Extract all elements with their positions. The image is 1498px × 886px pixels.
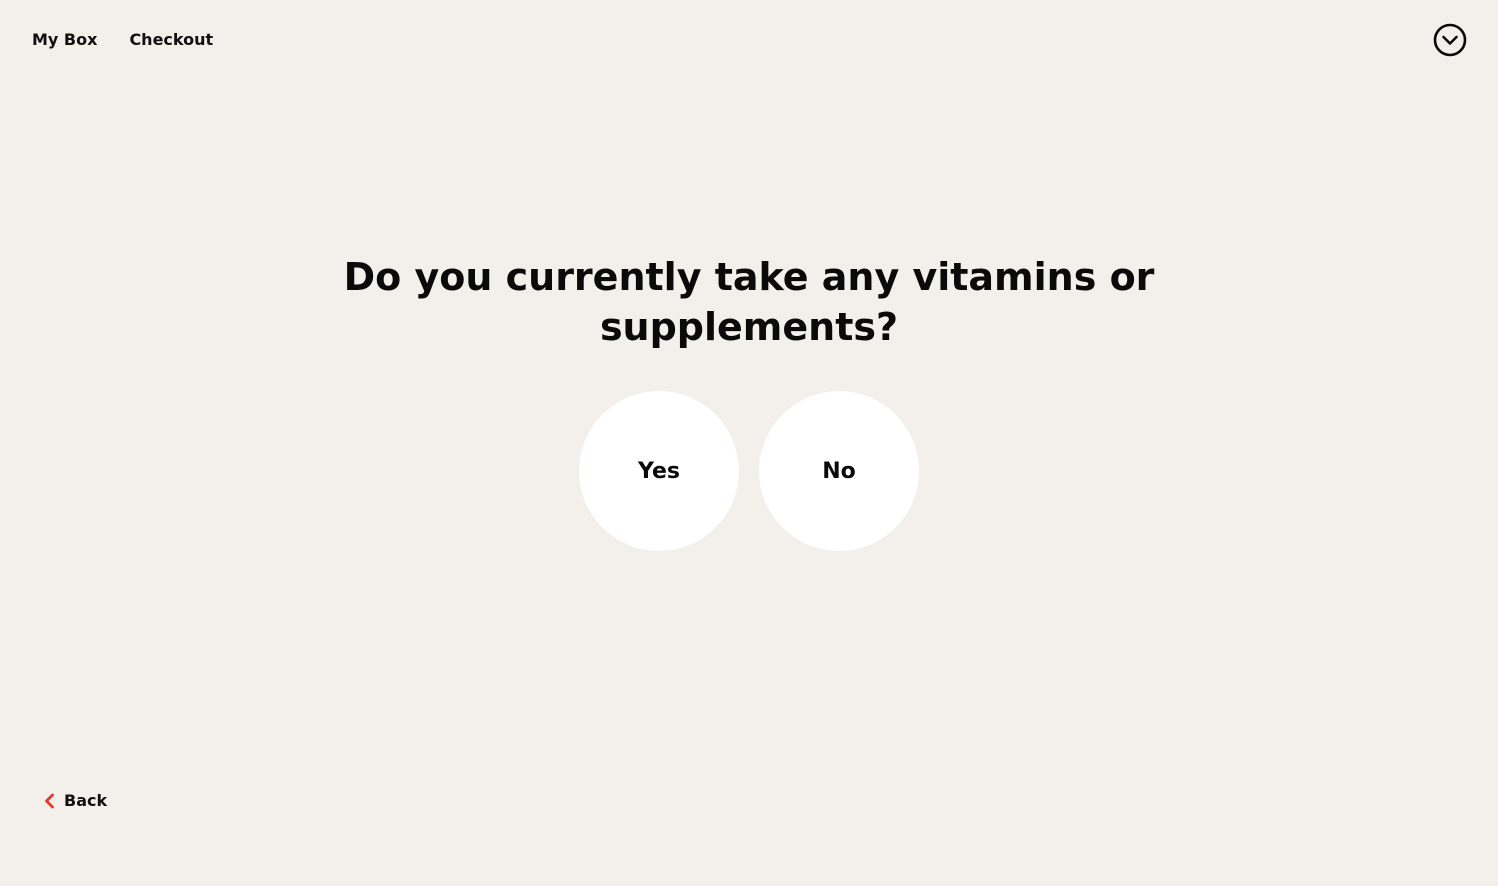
back-label: Back [64,791,108,810]
nav-link-my-box[interactable]: My Box [32,29,97,51]
top-nav: My Box Checkout [32,29,213,51]
chevron-left-icon [45,793,54,808]
nav-link-checkout[interactable]: Checkout [129,29,213,51]
question-line-1: Do you currently take any vitamins or [343,255,1155,299]
back-button[interactable]: Back [44,791,107,810]
chevron-down-circle-icon [1433,23,1467,57]
menu-toggle-button[interactable] [1433,23,1467,57]
answer-yes-button[interactable]: Yes [579,391,739,551]
question-line-2: supplements? [599,305,899,349]
question-title: Do you currently take any vitamins or su… [0,252,1498,352]
answer-no-button[interactable]: No [759,391,919,551]
